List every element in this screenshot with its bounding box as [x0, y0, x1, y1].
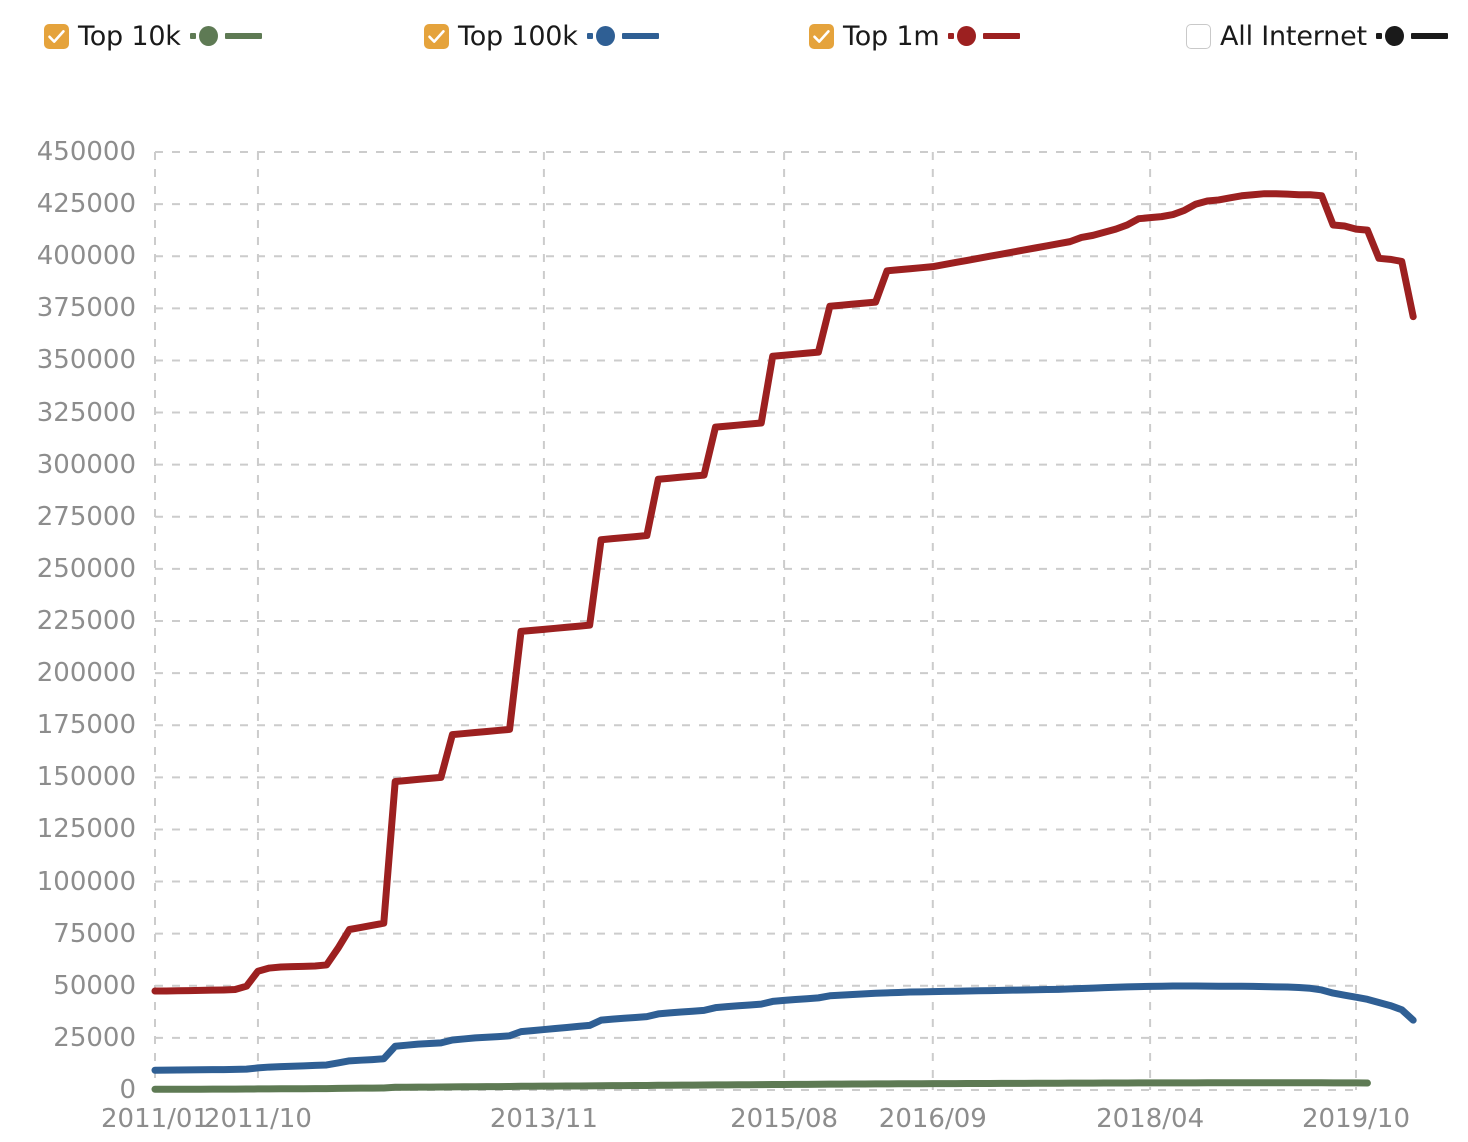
legend-swatch-top-1m — [948, 26, 1021, 46]
x-axis-tick-label: 2013/11 — [489, 1104, 598, 1134]
legend-dot-small-icon — [189, 33, 196, 39]
x-axis-tick-label: 2011/10 — [203, 1104, 312, 1134]
legend-swatch-top-10k — [189, 26, 262, 46]
legend-swatch-top-100k — [586, 26, 659, 46]
legend-item-top-1m[interactable]: Top 1m — [809, 20, 1021, 52]
legend-label: Top 100k — [458, 20, 578, 52]
legend-line-icon — [983, 33, 1021, 39]
legend-line-icon — [621, 33, 659, 39]
legend-marker-icon — [198, 26, 218, 46]
legend-item-top-100k[interactable]: Top 100k — [424, 20, 659, 52]
x-axis-tick-label: 2018/04 — [1096, 1104, 1205, 1134]
legend-swatch-all-internet — [1375, 26, 1448, 46]
x-axis-tick-label: 2019/10 — [1301, 1104, 1411, 1134]
checkbox-checked-icon[interactable] — [809, 23, 834, 49]
legend-line-icon — [224, 33, 262, 39]
legend-dot-small-icon — [1375, 33, 1382, 39]
legend-label: All Internet — [1220, 20, 1367, 52]
legend-marker-icon — [1384, 26, 1404, 46]
x-axis-tick-labels: 2011/01 2011/10 2013/11 2015/08 2016/09 2018/… — [0, 70, 1468, 1142]
checkbox-checked-icon[interactable] — [44, 23, 69, 49]
x-axis-tick-label: 2016/09 — [878, 1104, 987, 1134]
legend-item-all-internet[interactable]: All Internet — [1186, 20, 1448, 52]
series-legend: Top 10k Top 100k Top 1m All Internet — [0, 0, 1468, 70]
legend-item-top-10k[interactable]: Top 10k — [44, 20, 262, 52]
legend-line-icon — [1410, 33, 1448, 39]
checkbox-checked-icon[interactable] — [424, 23, 449, 49]
x-axis-tick-label: 2011/01 — [100, 1104, 210, 1134]
legend-dot-small-icon — [586, 33, 593, 39]
x-axis-tick-label: 2015/08 — [730, 1104, 839, 1134]
legend-label: Top 1m — [843, 20, 940, 52]
legend-marker-icon — [957, 26, 977, 46]
legend-dot-small-icon — [948, 33, 955, 39]
legend-label: Top 10k — [78, 20, 181, 52]
checkbox-unchecked-icon[interactable] — [1186, 23, 1211, 49]
line-chart: 450000 425000 400000 375000 350000 325000 3000… — [0, 70, 1468, 1142]
legend-marker-icon — [595, 26, 615, 46]
